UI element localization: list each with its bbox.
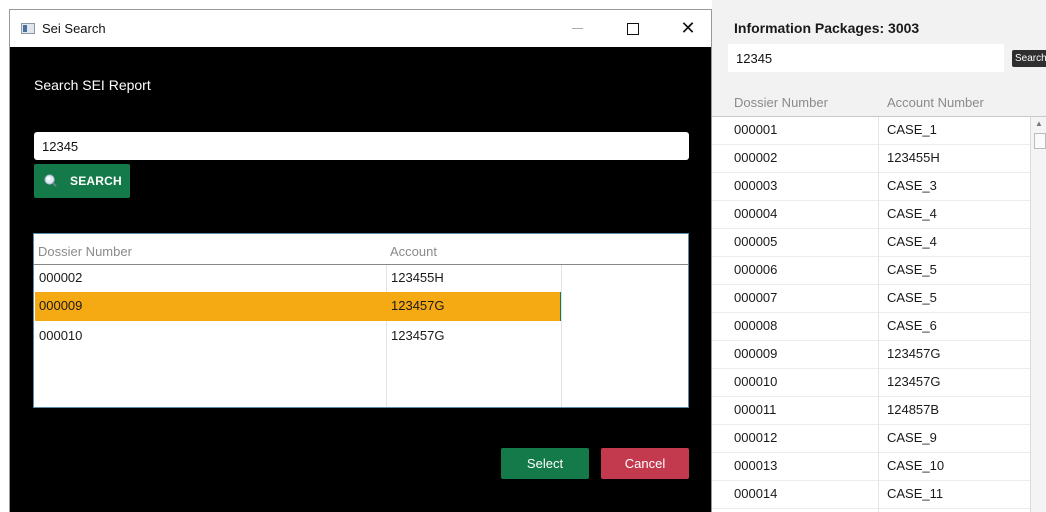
scrollbar-thumb[interactable] [1034,133,1046,149]
dossier-cell: 000006 [734,262,778,277]
vertical-scrollbar[interactable]: ▲ [1030,117,1046,512]
table-row[interactable]: 000002 123455H [34,264,688,293]
table-row-selected[interactable]: 000009 123457G [34,292,688,321]
maximize-icon [627,23,639,35]
table-row[interactable]: 000012 CASE_9 [712,425,1046,453]
dossier-cell: 000012 [734,430,778,445]
account-cell: CASE_9 [887,430,937,445]
account-cell: 123457G [887,374,941,389]
dossier-cell: 000011 [734,402,777,417]
cancel-button[interactable]: Cancel [601,448,689,479]
table-row[interactable]: 000008 CASE_6 [712,313,1046,341]
results-grid-header: Dossier Number Account [34,234,688,265]
table-row[interactable]: 000011 124857B [712,397,1046,425]
packages-table-body: 000001 CASE_1 000002 123455H 000003 CASE_3 … [712,117,1046,512]
account-cell: CASE_1 [887,122,937,137]
account-cell: CASE_6 [887,318,937,333]
account-cell: CASE_5 [887,262,937,277]
packages-title: Information Packages: 3003 [734,20,920,36]
account-cell: 124857B [887,402,940,417]
dossier-cell: 000005 [734,234,778,249]
account-cell: 123455H [391,270,444,285]
dossier-cell: 000010 [734,374,778,389]
close-button[interactable]: ✕ [665,10,711,47]
minimize-icon [572,28,583,29]
account-cell: CASE_3 [887,178,937,193]
row-selection-highlight [35,292,561,321]
select-button[interactable]: Select [501,448,589,479]
account-cell: 123457G [887,346,941,361]
sei-search-input[interactable] [34,132,689,160]
scroll-up-icon[interactable]: ▲ [1035,119,1043,128]
sei-search-dialog: Sei Search ✕ Search SEI Report SEARCH Do… [10,10,711,512]
dossier-cell: 000014 [734,486,778,501]
title-bar[interactable]: Sei Search ✕ [10,10,711,47]
dossier-cell: 000009 [734,346,778,361]
dossier-cell: 000001 [734,122,778,137]
column-header-dossier-number[interactable]: Dossier Number [38,244,132,259]
account-cell: CASE_4 [887,206,937,221]
information-packages-panel: Information Packages: 3003 Search Dossie… [712,0,1046,512]
table-row[interactable]: 000003 CASE_3 [712,173,1046,201]
table-row[interactable]: 000009 123457G [712,341,1046,369]
close-icon: ✕ [680,18,696,38]
account-cell: CASE_11 [887,486,944,501]
magnifier-icon [44,174,57,187]
window-title: Sei Search [42,21,106,36]
account-cell: 123457G [391,298,445,313]
dossier-cell: 000009 [39,298,83,313]
search-button-label: SEARCH [70,174,122,188]
dossier-cell: 000004 [734,206,778,221]
account-cell: CASE_4 [887,234,937,249]
table-row[interactable]: 000002 123455H [712,145,1046,173]
table-row[interactable]: 000005 CASE_4 [712,229,1046,257]
app-window-icon [21,23,35,34]
packages-search-button[interactable]: Search [1012,50,1046,67]
dossier-cell: 000010 [39,328,83,343]
table-row[interactable]: 000001 CASE_1 [712,117,1046,145]
table-row[interactable]: 000010 123457G [34,322,688,351]
column-header-account[interactable]: Account [390,244,437,259]
results-grid: Dossier Number Account 000002 123455H 00… [33,233,689,408]
packages-search-input[interactable] [728,44,1004,72]
table-row[interactable]: 000013 CASE_10 [712,453,1046,481]
table-row[interactable]: 000010 123457G [712,369,1046,397]
column-divider [878,117,879,512]
table-row[interactable]: 000006 CASE_5 [712,257,1046,285]
table-row[interactable]: 000007 CASE_5 [712,285,1046,313]
account-cell: CASE_10 [887,458,945,473]
table-row[interactable]: 000014 CASE_11 [712,481,1046,509]
column-header-dossier-number[interactable]: Dossier Number [734,95,828,110]
dossier-cell: 000008 [734,318,778,333]
account-cell: CASE_5 [887,290,937,305]
minimize-button[interactable] [555,10,601,47]
packages-table-header: Dossier Number Account Number [712,92,1046,117]
search-button[interactable]: SEARCH [34,164,130,198]
dialog-heading: Search SEI Report [34,77,151,93]
maximize-button[interactable] [610,10,656,47]
account-cell: 123455H [887,150,940,165]
dossier-cell: 000002 [734,150,778,165]
dossier-cell: 000002 [39,270,83,285]
column-header-account-number[interactable]: Account Number [887,95,984,110]
dossier-cell: 000013 [734,458,778,473]
table-row[interactable]: 000004 CASE_4 [712,201,1046,229]
dossier-cell: 000007 [734,290,778,305]
dossier-cell: 000003 [734,178,778,193]
account-cell: 123457G [391,328,445,343]
